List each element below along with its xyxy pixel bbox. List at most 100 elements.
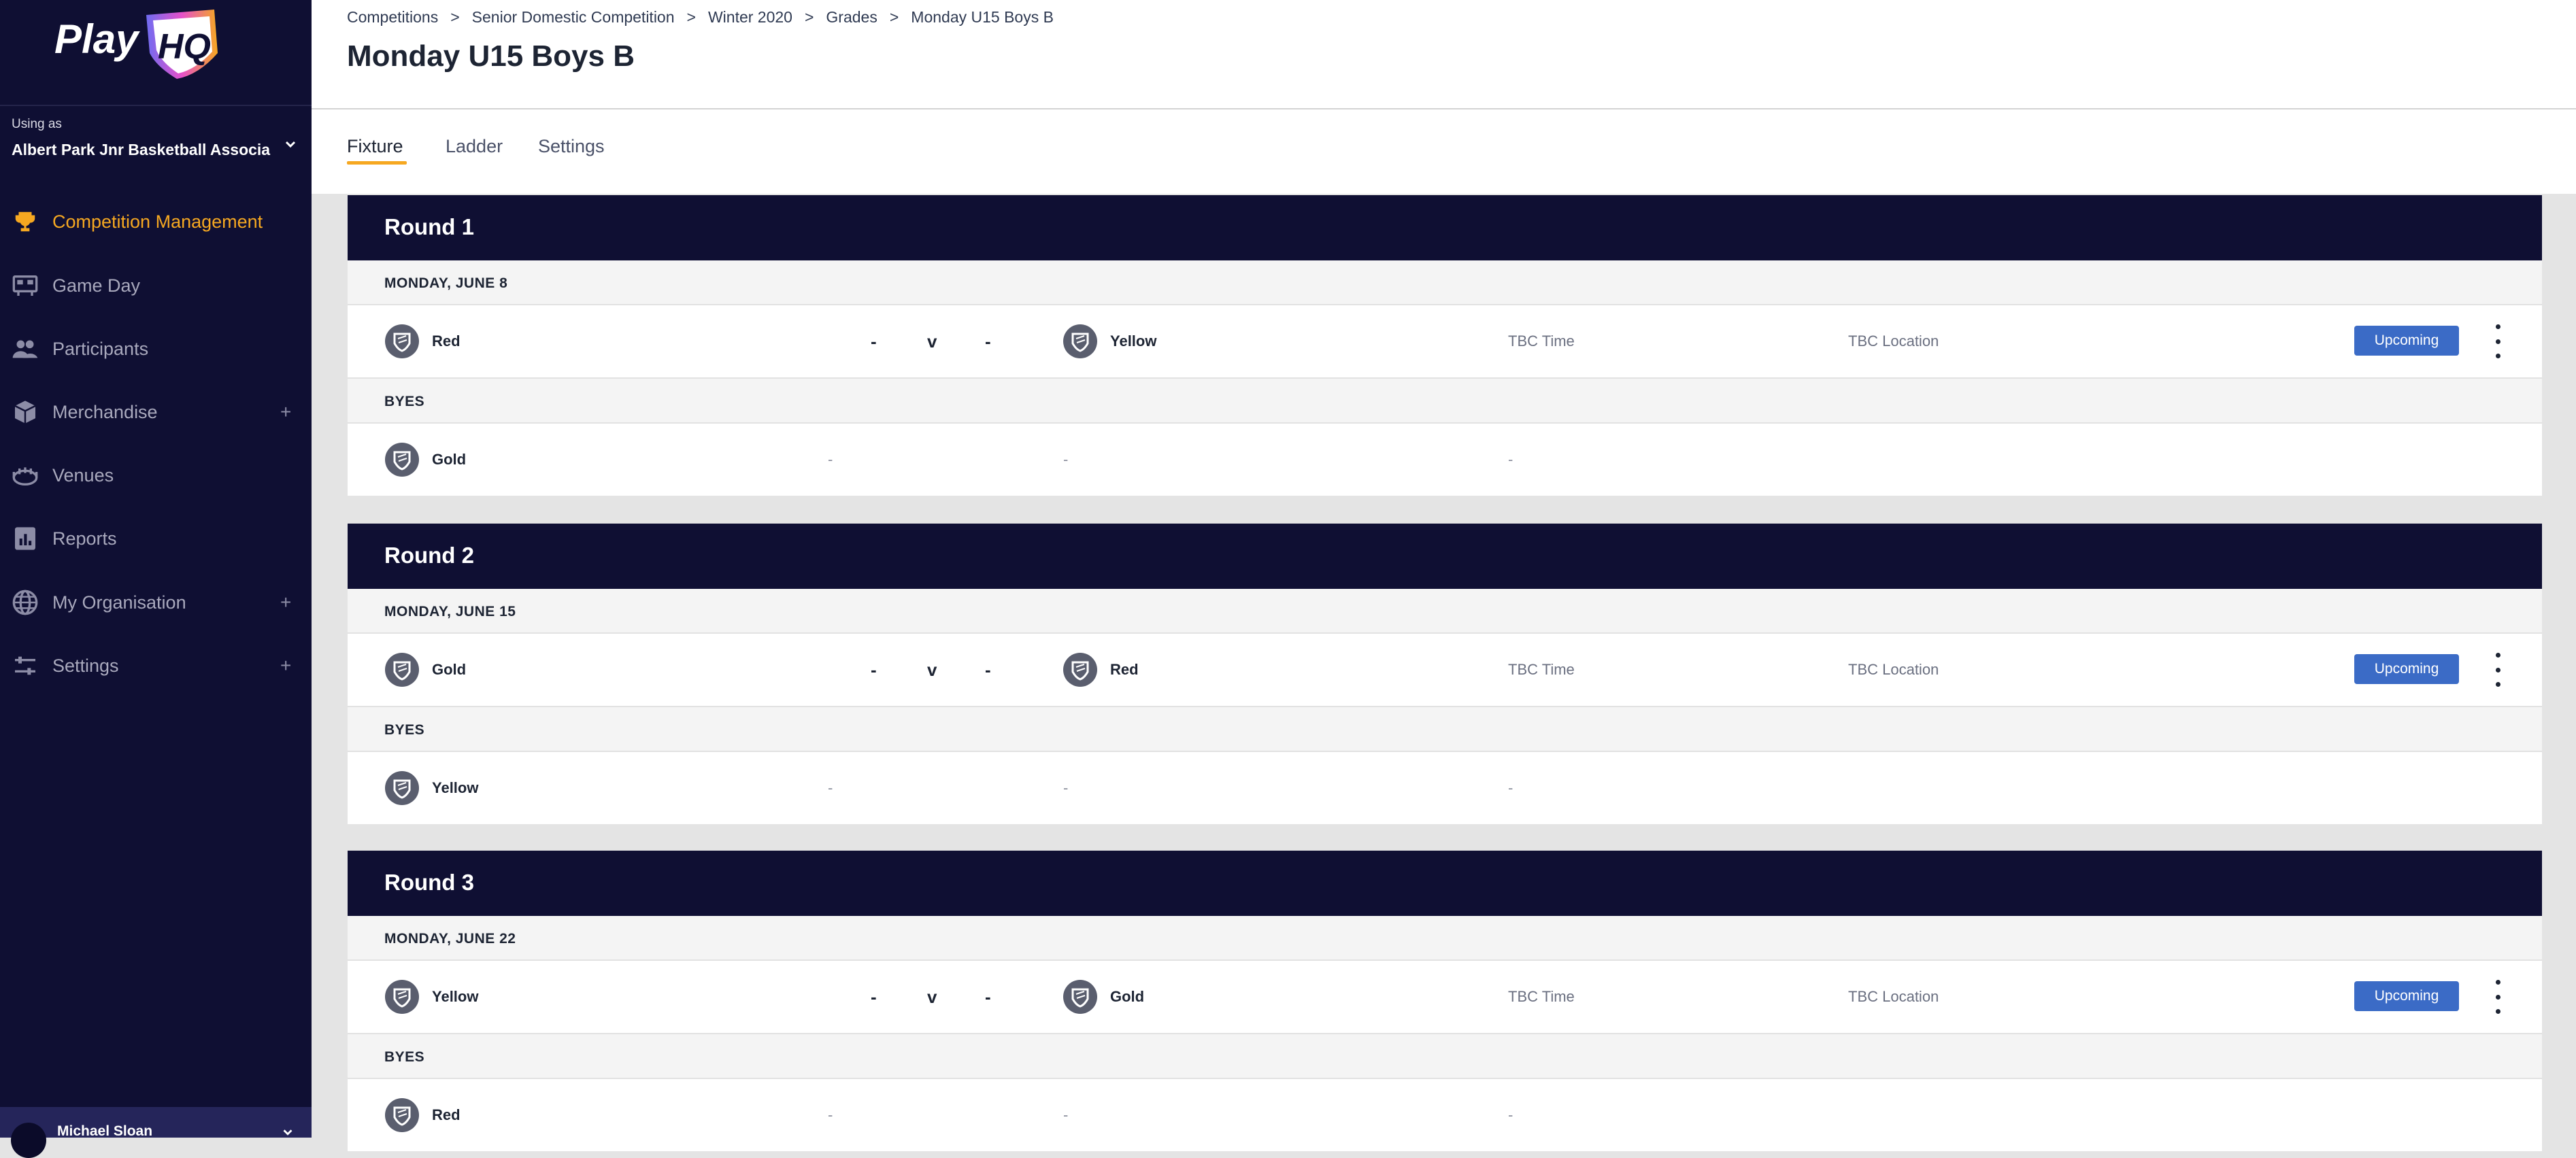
- bye-team-row[interactable]: Yellow - - -: [348, 752, 2542, 824]
- tab-settings[interactable]: Settings: [538, 136, 605, 157]
- nav-label: My Organisation: [52, 592, 186, 613]
- away-team[interactable]: Red: [1063, 652, 1139, 687]
- breadcrumb-current: Monday U15 Boys B: [911, 8, 1054, 26]
- date-row: MONDAY, JUNE 8: [348, 260, 2542, 305]
- more-options-icon[interactable]: [2490, 980, 2505, 1014]
- date-label: MONDAY, JUNE 8: [384, 275, 508, 291]
- expand-icon[interactable]: +: [280, 655, 291, 677]
- round-card: Round 1 MONDAY, JUNE 8 Red - v - Yellow …: [348, 195, 2542, 496]
- home-team[interactable]: Yellow: [384, 979, 478, 1015]
- team-shield-icon: [1063, 653, 1097, 687]
- match-row[interactable]: Red - v - Yellow TBC Time TBC Location U…: [348, 305, 2542, 379]
- vs-label: v: [927, 331, 937, 352]
- away-score: -: [985, 331, 991, 352]
- empty-value: -: [1063, 779, 1069, 796]
- away-score: -: [985, 987, 991, 1007]
- round-header: Round 3: [348, 851, 2542, 916]
- more-options-icon[interactable]: [2490, 324, 2505, 358]
- vs-label: v: [927, 987, 937, 1007]
- nav-my-organisation[interactable]: My Organisation +: [0, 579, 312, 626]
- team-shield-icon: [385, 653, 419, 687]
- tab-ladder[interactable]: Ladder: [446, 136, 503, 157]
- nav-competition-management[interactable]: Competition Management: [0, 198, 312, 245]
- team-shield-icon: [385, 324, 419, 358]
- team-shield-icon: [385, 1098, 419, 1132]
- team-name: Gold: [1110, 988, 1145, 1005]
- bye-team[interactable]: Yellow: [384, 770, 478, 806]
- match-row[interactable]: Yellow - v - Gold TBC Time TBC Location …: [348, 961, 2542, 1034]
- home-score: -: [871, 331, 877, 352]
- header-divider: [312, 108, 2576, 109]
- home-team[interactable]: Red: [384, 324, 461, 359]
- round-title: Round 1: [384, 214, 474, 239]
- team-shield-icon: [385, 771, 419, 805]
- date-row: MONDAY, JUNE 15: [348, 589, 2542, 634]
- bye-team[interactable]: Gold: [384, 442, 466, 477]
- home-team[interactable]: Gold: [384, 652, 466, 687]
- breadcrumb-separator: >: [686, 8, 696, 26]
- empty-value: -: [828, 779, 833, 796]
- match-time: TBC Time: [1508, 988, 1575, 1005]
- user-menu[interactable]: [0, 1107, 312, 1138]
- playhq-logo[interactable]: Play HQ: [54, 5, 224, 84]
- team-name: Red: [1110, 661, 1139, 678]
- breadcrumb-grades[interactable]: Grades: [826, 8, 877, 26]
- breadcrumb-separator: >: [889, 8, 899, 26]
- empty-value: -: [828, 451, 833, 468]
- byes-row: BYES: [348, 379, 2542, 424]
- breadcrumb-winter-2020[interactable]: Winter 2020: [708, 8, 792, 26]
- box-icon: [11, 398, 39, 426]
- sidebar: Play HQ Using as Albert Park Jnr Basketb…: [0, 0, 312, 1158]
- team-shield-icon: [1063, 980, 1097, 1014]
- expand-icon[interactable]: +: [280, 401, 291, 423]
- round-title: Round 3: [384, 870, 474, 895]
- away-team[interactable]: Yellow: [1063, 324, 1156, 359]
- date-label: MONDAY, JUNE 22: [384, 931, 516, 947]
- user-name[interactable]: Michael Sloan: [57, 1123, 152, 1140]
- svg-text:HQ: HQ: [158, 27, 211, 67]
- nav-label: Merchandise: [52, 401, 158, 422]
- people-icon: [11, 335, 39, 363]
- tab-fixture[interactable]: Fixture: [347, 136, 403, 157]
- byes-label: BYES: [384, 722, 425, 738]
- empty-value: -: [1508, 779, 1513, 796]
- match-time: TBC Time: [1508, 333, 1575, 350]
- team-name: Red: [432, 1106, 461, 1123]
- byes-row: BYES: [348, 707, 2542, 752]
- empty-value: -: [1063, 1106, 1069, 1123]
- page-header: Competitions > Senior Domestic Competition…: [312, 0, 2576, 194]
- bye-team-row[interactable]: Red - - -: [348, 1079, 2542, 1151]
- chevron-down-icon[interactable]: [282, 136, 299, 152]
- nav-reports[interactable]: Reports: [0, 515, 312, 562]
- date-row: MONDAY, JUNE 22: [348, 916, 2542, 961]
- stadium-icon: [11, 461, 39, 490]
- bye-team[interactable]: Red: [384, 1097, 461, 1133]
- nav-participants[interactable]: Participants: [0, 325, 312, 373]
- nav-label: Competition Management: [52, 211, 263, 232]
- organisation-selector[interactable]: Albert Park Jnr Basketball Associa: [12, 141, 277, 159]
- match-location: TBC Location: [1848, 661, 1939, 678]
- nav-venues[interactable]: Venues: [0, 452, 312, 499]
- nav-settings[interactable]: Settings +: [0, 642, 312, 689]
- team-name: Gold: [432, 661, 467, 678]
- avatar[interactable]: [11, 1123, 46, 1158]
- away-team[interactable]: Gold: [1063, 979, 1144, 1015]
- expand-icon[interactable]: +: [280, 592, 291, 613]
- nav-label: Participants: [52, 338, 149, 359]
- home-score: -: [871, 987, 877, 1007]
- breadcrumb-senior-domestic[interactable]: Senior Domestic Competition: [472, 8, 675, 26]
- svg-text:Play: Play: [54, 16, 140, 62]
- nav-label: Settings: [52, 655, 119, 676]
- trophy-icon: [11, 207, 39, 236]
- round-card: Round 2 MONDAY, JUNE 15 Gold - v - Red T…: [348, 524, 2542, 824]
- more-options-icon[interactable]: [2490, 653, 2505, 687]
- team-shield-icon: [385, 443, 419, 477]
- breadcrumb-competitions[interactable]: Competitions: [347, 8, 438, 26]
- team-name: Gold: [432, 451, 467, 468]
- match-location: TBC Location: [1848, 988, 1939, 1005]
- match-row[interactable]: Gold - v - Red TBC Time TBC Location Upc…: [348, 634, 2542, 707]
- nav-merchandise[interactable]: Merchandise +: [0, 388, 312, 436]
- nav-game-day[interactable]: Game Day: [0, 262, 312, 309]
- bye-team-row[interactable]: Gold - - -: [348, 424, 2542, 496]
- vs-label: v: [927, 660, 937, 680]
